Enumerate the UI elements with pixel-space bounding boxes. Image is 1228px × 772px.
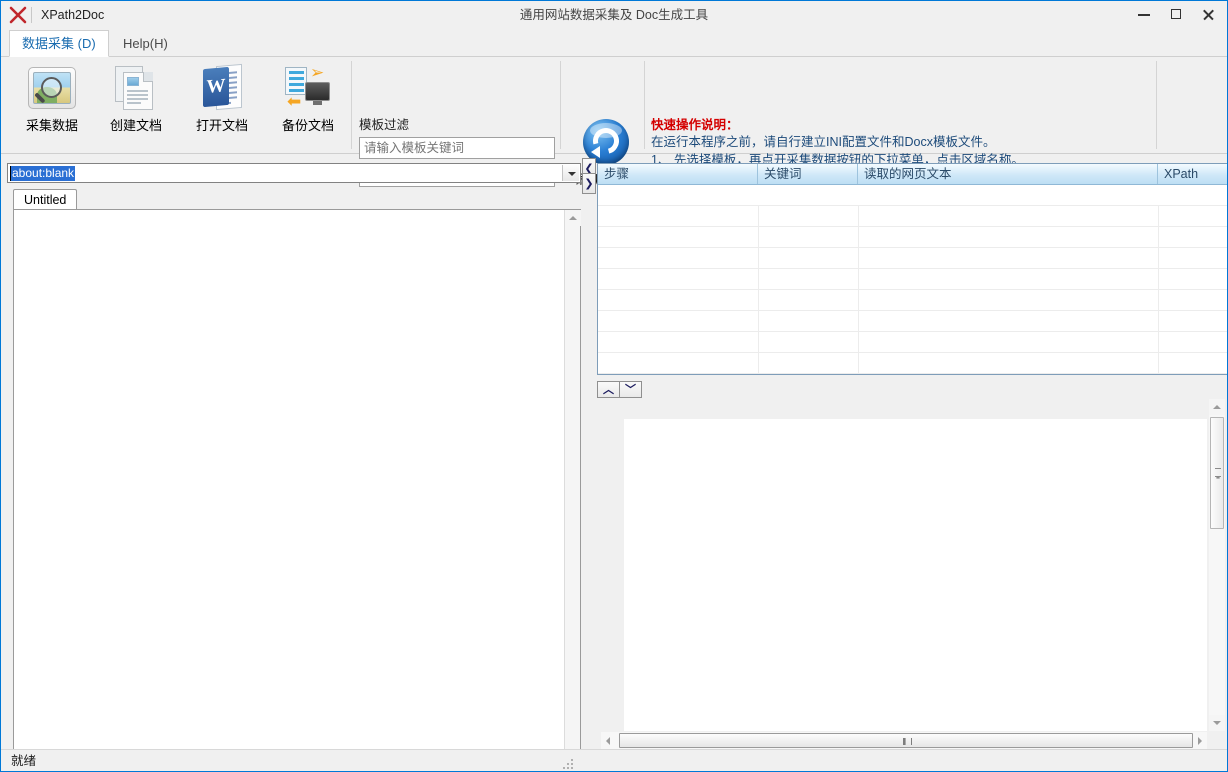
data-grid[interactable]: 步骤 关键词 读取的网页文本 XPath bbox=[597, 163, 1228, 375]
capture-data-label: 采集数据 bbox=[13, 119, 91, 133]
data-grid-header-row: 步骤 关键词 读取的网页文本 XPath bbox=[598, 164, 1228, 185]
table-row[interactable] bbox=[598, 185, 1228, 206]
browser-tab-strip: Untitled bbox=[13, 189, 581, 210]
window-center-title: 通用网站数据采集及 Doc生成工具 bbox=[1, 8, 1227, 23]
resize-grip-icon bbox=[563, 759, 573, 768]
template-filter-label: 模板过滤 bbox=[359, 117, 559, 133]
close-button[interactable] bbox=[1193, 1, 1223, 28]
table-row[interactable] bbox=[598, 353, 1228, 374]
splitter-collapse-right-button[interactable]: ❯ bbox=[582, 173, 596, 194]
status-bar: 就绪 bbox=[1, 749, 1227, 771]
instructions-intro: 在运行本程序之前，请自行建立INI配置文件和Docx模板文件。 bbox=[651, 134, 1151, 152]
preview-horizontal-scrollbar[interactable] bbox=[601, 732, 1207, 749]
preview-scroll-left-icon[interactable] bbox=[601, 732, 617, 749]
status-text: 就绪 bbox=[11, 753, 36, 769]
backup-document-label: 备份文档 bbox=[269, 119, 347, 133]
browser-pane: about:blank Untitled bbox=[7, 161, 581, 749]
table-row[interactable] bbox=[598, 332, 1228, 353]
backup-document-button[interactable]: ➢ ⬅ 备份文档 bbox=[269, 61, 347, 149]
toolbar-separator-3 bbox=[644, 61, 645, 149]
move-row-up-button[interactable]: ︿ bbox=[597, 381, 620, 398]
table-row[interactable] bbox=[598, 206, 1228, 227]
toolbar-separator-4 bbox=[1156, 61, 1157, 149]
table-row[interactable] bbox=[598, 269, 1228, 290]
preview-vertical-thumb[interactable] bbox=[1210, 417, 1224, 529]
minimize-button[interactable] bbox=[1129, 1, 1159, 28]
move-row-down-button[interactable]: ﹀ bbox=[619, 381, 642, 398]
preview-scroll-down-icon[interactable] bbox=[1209, 715, 1225, 731]
create-document-icon bbox=[97, 61, 175, 119]
document-preview-page[interactable] bbox=[624, 419, 1207, 731]
create-document-label: 创建文档 bbox=[97, 119, 175, 133]
table-row[interactable] bbox=[598, 227, 1228, 248]
preview-horizontal-thumb[interactable] bbox=[619, 733, 1193, 748]
menu-tab-strip: 数据采集 (D) Help(H) bbox=[1, 29, 1227, 57]
column-header-keyword[interactable]: 关键词 bbox=[758, 164, 858, 184]
capture-data-button[interactable]: 采集数据 bbox=[13, 61, 91, 149]
scroll-up-icon[interactable] bbox=[565, 210, 581, 226]
backup-document-icon: ➢ ⬅ bbox=[269, 61, 347, 119]
capture-data-icon bbox=[13, 61, 91, 119]
address-bar-value: about:blank bbox=[11, 166, 75, 181]
open-word-document-icon: W bbox=[183, 61, 261, 119]
toolbar-separator-2 bbox=[560, 61, 561, 149]
browser-content-area[interactable] bbox=[13, 209, 581, 772]
template-keyword-input[interactable] bbox=[359, 137, 555, 159]
instructions-header: 快速操作说明： bbox=[651, 117, 1151, 134]
maximize-button[interactable] bbox=[1161, 1, 1191, 28]
close-icon bbox=[1193, 1, 1223, 28]
data-grid-body bbox=[598, 185, 1228, 374]
column-header-step[interactable]: 步骤 bbox=[598, 164, 758, 184]
table-row[interactable] bbox=[598, 311, 1228, 332]
open-document-label: 打开文档 bbox=[183, 119, 261, 133]
create-document-button[interactable]: 创建文档 bbox=[97, 61, 175, 149]
document-preview-pane bbox=[597, 399, 1228, 749]
tab-help[interactable]: Help(H) bbox=[111, 31, 180, 58]
title-bar: XPath2Doc 通用网站数据采集及 Doc生成工具 bbox=[1, 1, 1227, 29]
preview-scroll-right-icon[interactable] bbox=[1191, 732, 1207, 749]
browser-tab-untitled[interactable]: Untitled bbox=[13, 189, 77, 210]
toolbar-ribbon: 采集数据 创建文档 bbox=[1, 57, 1227, 154]
maximize-icon bbox=[1171, 9, 1181, 19]
column-header-webtext[interactable]: 读取的网页文本 bbox=[858, 164, 1158, 184]
column-header-xpath[interactable]: XPath bbox=[1158, 164, 1228, 184]
minimize-icon bbox=[1138, 14, 1150, 16]
preview-scroll-up-icon[interactable] bbox=[1209, 399, 1225, 415]
table-row[interactable] bbox=[598, 248, 1228, 269]
open-document-button[interactable]: W 打开文档 bbox=[183, 61, 261, 149]
application-window: XPath2Doc 通用网站数据采集及 Doc生成工具 数据采集 (D) Hel… bbox=[0, 0, 1228, 772]
tab-data-collection[interactable]: 数据采集 (D) bbox=[9, 30, 109, 57]
table-row[interactable] bbox=[598, 290, 1228, 311]
browser-vertical-scrollbar[interactable] bbox=[564, 210, 580, 772]
toolbar-separator-1 bbox=[351, 61, 352, 149]
address-bar[interactable]: about:blank bbox=[7, 163, 581, 183]
preview-vertical-scrollbar[interactable] bbox=[1209, 399, 1225, 731]
address-dropdown-button[interactable] bbox=[562, 165, 579, 181]
